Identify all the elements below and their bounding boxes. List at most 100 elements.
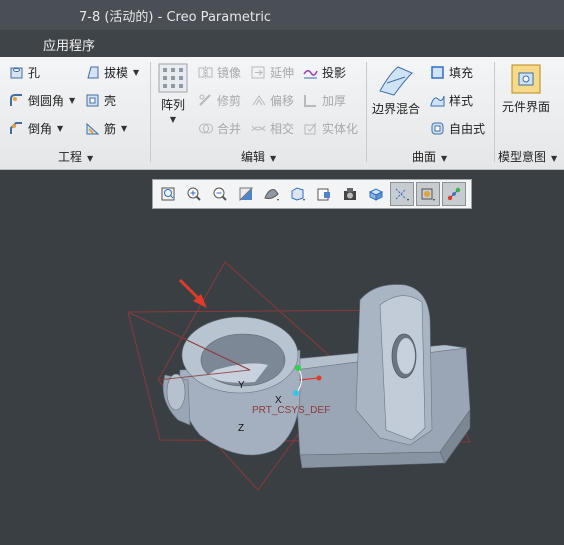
display-style-icon[interactable] (260, 182, 284, 206)
pattern-button[interactable]: 阵列 ▼ (158, 63, 188, 124)
style-button[interactable]: 样式 (430, 92, 473, 109)
csys-z-handle[interactable] (293, 390, 299, 396)
boundary-blend-icon (376, 63, 416, 100)
boundary-blend-button[interactable]: 边界混合 (372, 63, 420, 117)
freestyle-label: 自由式 (449, 122, 486, 136)
model-view[interactable]: Y X Z PRT_CSYS_DEF (0, 170, 564, 545)
title-bar: 7-8 (活动的) - Creo Parametric (0, 0, 564, 30)
chamfer-button[interactable]: 倒角 ▼ (9, 120, 63, 137)
rib-label: 筋 (104, 122, 117, 136)
rib-icon (85, 121, 100, 136)
hole-button[interactable]: 孔 (9, 64, 40, 81)
intersect-icon (251, 121, 266, 136)
ribbon-separator (366, 62, 367, 162)
round-button[interactable]: 倒圆角 ▼ (9, 92, 75, 109)
draft-button[interactable]: 拔模 ▼ (85, 64, 139, 81)
csys-x-handle[interactable] (316, 375, 322, 381)
csys-y-label: Y (238, 380, 245, 391)
trim-icon (198, 93, 213, 108)
csys-z-label: Z (238, 423, 244, 434)
shell-icon (85, 93, 100, 108)
rib-button[interactable]: 筋 ▼ (85, 120, 127, 137)
annotation-display-icon[interactable] (364, 182, 388, 206)
component-interface-label: 元件界面 (502, 100, 551, 114)
solidify-icon (303, 121, 318, 136)
thicken-label: 加厚 (322, 94, 347, 108)
window-title: 7-8 (活动的) - Creo Parametric (79, 10, 272, 25)
merge-label: 合并 (217, 122, 242, 136)
extend-label: 延伸 (270, 66, 295, 80)
menu-bar: 应用程序 (0, 30, 564, 57)
component-interface-button[interactable]: 元件界面 (502, 63, 550, 115)
thicken-button[interactable]: 加厚 (303, 92, 346, 109)
offset-button[interactable]: 偏移 (251, 92, 294, 109)
draft-label: 拔模 (104, 66, 129, 80)
rib-dropdown-icon[interactable]: ▼ (121, 124, 127, 133)
hole-icon (9, 65, 24, 80)
menu-app-programs[interactable]: 应用程序 (43, 35, 95, 54)
round-label: 倒圆角 (28, 94, 65, 108)
draft-icon (85, 65, 100, 80)
saved-orientations-icon[interactable] (286, 182, 310, 206)
model-intent-group-label[interactable]: 模型意图 ▼ (498, 148, 557, 165)
style-label: 样式 (449, 94, 474, 108)
ribbon-separator (494, 62, 495, 162)
mirror-icon (198, 65, 213, 80)
pattern-dropdown-icon[interactable]: ▼ (170, 115, 176, 124)
trim-button[interactable]: 修剪 (198, 92, 241, 109)
round-dropdown-icon[interactable]: ▼ (69, 96, 75, 105)
boundary-blend-label: 边界混合 (372, 102, 421, 116)
perspective-icon[interactable] (338, 182, 362, 206)
component-interface-icon (509, 63, 543, 98)
ribbon: 孔 倒圆角 ▼ 倒角 ▼ 拔模 ▼ 壳 筋 ▼ 工程▼ 阵列 ▼ 镜像 修剪 (0, 57, 564, 170)
chamfer-dropdown-icon[interactable]: ▼ (57, 124, 63, 133)
fill-button[interactable]: 填充 (430, 64, 473, 81)
offset-icon (251, 93, 266, 108)
pattern-icon (158, 63, 188, 96)
solidify-label: 实体化 (322, 122, 359, 136)
intersect-button[interactable]: 相交 (251, 120, 294, 137)
project-button[interactable]: 投影 (303, 64, 346, 81)
refit-icon[interactable] (156, 182, 180, 206)
shell-button[interactable]: 壳 (85, 92, 116, 109)
trim-label: 修剪 (217, 94, 242, 108)
zoom-out-icon[interactable] (208, 182, 232, 206)
extend-button[interactable]: 延伸 (251, 64, 294, 81)
hole-label: 孔 (28, 66, 41, 80)
surfaces-group-label[interactable]: 曲面 ▼ (412, 148, 447, 165)
project-label: 投影 (322, 66, 347, 80)
round-icon (9, 93, 24, 108)
zoom-in-icon[interactable] (182, 182, 206, 206)
csys-name-label: PRT_CSYS_DEF (252, 405, 330, 416)
mirror-label: 镜像 (217, 66, 242, 80)
view-manager-icon[interactable] (312, 182, 336, 206)
freestyle-button[interactable]: 自由式 (430, 120, 485, 137)
shell-label: 壳 (104, 94, 117, 108)
lug-hole-inner (397, 338, 415, 374)
thicken-icon (303, 93, 318, 108)
datum-display-icon[interactable] (390, 182, 414, 206)
csys-display-icon[interactable] (442, 182, 466, 206)
merge-button[interactable]: 合并 (198, 120, 241, 137)
freestyle-icon (430, 121, 445, 136)
extend-icon (251, 65, 266, 80)
mirror-button[interactable]: 镜像 (198, 64, 241, 81)
offset-label: 偏移 (270, 94, 295, 108)
ribbon-separator (150, 62, 151, 162)
pattern-label: 阵列 (160, 98, 185, 112)
solidify-button[interactable]: 实体化 (303, 120, 358, 137)
intersect-label: 相交 (270, 122, 295, 136)
project-icon (303, 65, 318, 80)
csys-y-handle[interactable] (295, 365, 301, 371)
chamfer-label: 倒角 (28, 122, 53, 136)
editing-group-label[interactable]: 编辑 ▼ (241, 148, 276, 165)
engineering-group-label[interactable]: 工程 ▼ (58, 148, 93, 165)
spin-center-icon[interactable] (416, 182, 440, 206)
chamfer-icon (9, 121, 24, 136)
repaint-icon[interactable] (234, 182, 258, 206)
draft-dropdown-icon[interactable]: ▼ (133, 68, 139, 77)
side-boss-face (166, 373, 186, 411)
style-icon (430, 93, 445, 108)
arm-bottom-face (299, 451, 446, 469)
view-toolbar (152, 179, 472, 209)
